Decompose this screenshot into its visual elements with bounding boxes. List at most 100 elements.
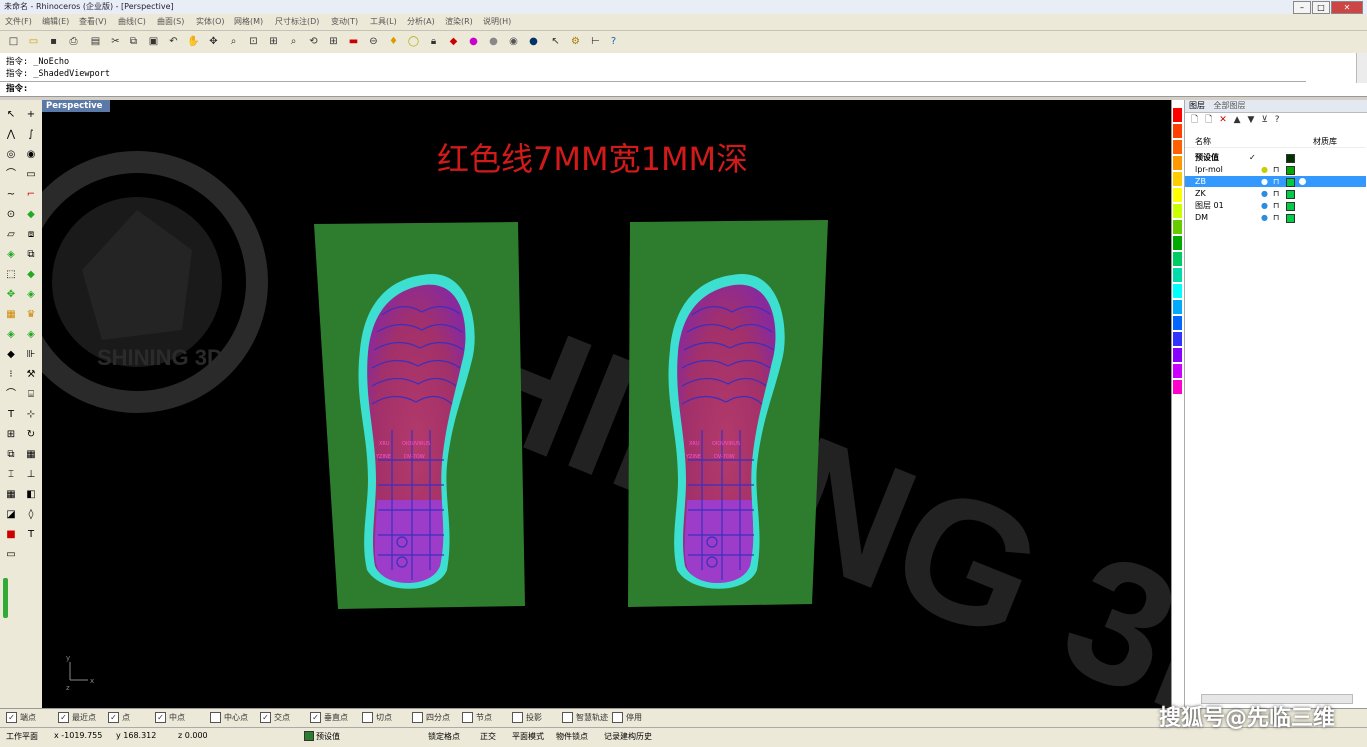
snap-option[interactable]: 智慧轨迹: [562, 712, 608, 723]
perspective-viewport[interactable]: SHINING 3D SHINING 3D 红色线7MM宽1MM深: [42, 100, 1171, 708]
point-tool-icon[interactable]: +: [24, 108, 38, 122]
snap-checkbox[interactable]: [612, 712, 623, 723]
snap-option[interactable]: 四分点: [412, 712, 450, 723]
mesh-tool-icon[interactable]: ▦: [4, 308, 18, 322]
menu-curve[interactable]: 曲线(C): [118, 16, 146, 27]
menu-tools[interactable]: 工具(L): [370, 16, 397, 27]
open-file-icon[interactable]: ▭: [26, 34, 41, 49]
dimension-tool-icon[interactable]: ⊹: [24, 408, 38, 422]
palette-swatch[interactable]: [1173, 172, 1182, 186]
palette-swatch[interactable]: [1173, 188, 1182, 202]
snap-option[interactable]: 中心点: [210, 712, 248, 723]
split-tool-icon[interactable]: ⊪: [24, 348, 38, 362]
menu-render[interactable]: 渲染(R): [445, 16, 473, 27]
four-viewports-icon[interactable]: ⊞: [326, 34, 341, 49]
menu-mesh[interactable]: 网格(M): [234, 16, 263, 27]
palette-swatch[interactable]: [1173, 316, 1182, 330]
toggle-osnap[interactable]: 物件锁点: [556, 731, 588, 742]
options-icon[interactable]: ⊢: [588, 34, 603, 49]
snap-option[interactable]: 节点: [462, 712, 492, 723]
menu-view[interactable]: 查看(V): [79, 16, 107, 27]
fillet-tool-icon[interactable]: ⌐: [24, 188, 38, 202]
menu-solid[interactable]: 实体(O): [196, 16, 225, 27]
new-sublayer-icon[interactable]: 🗋︎: [1205, 115, 1212, 125]
join-tool-icon[interactable]: ◈: [4, 328, 18, 342]
current-layer[interactable]: 预设值: [316, 731, 340, 742]
snap-checkbox[interactable]: [562, 712, 573, 723]
solid-tool-icon[interactable]: ◆: [24, 268, 38, 282]
paste-icon[interactable]: ▣: [146, 34, 161, 49]
menu-surface[interactable]: 曲面(S): [157, 16, 184, 27]
palette-swatch[interactable]: [1173, 348, 1182, 362]
zoom-icon[interactable]: ⌕: [226, 34, 241, 49]
bulb-icon[interactable]: ●: [1261, 176, 1268, 187]
palette-swatch[interactable]: [1173, 236, 1182, 250]
minimize-button[interactable]: –: [1293, 1, 1311, 14]
layer-row[interactable]: ZK ● ⊓: [1185, 188, 1366, 199]
palette-swatch[interactable]: [1173, 108, 1182, 122]
palette-swatch[interactable]: [1173, 252, 1182, 266]
snap-checkbox[interactable]: [512, 712, 523, 723]
lock-icon[interactable]: 🔒︎: [426, 34, 441, 49]
palette-swatch[interactable]: [1173, 268, 1182, 282]
layer-icon[interactable]: ◆: [446, 34, 461, 49]
snap-option[interactable]: ✓ 中点: [155, 712, 185, 723]
surface-tool-icon[interactable]: ◆: [24, 208, 38, 222]
pan-icon[interactable]: ✋: [186, 34, 201, 49]
menu-help[interactable]: 说明(H): [483, 16, 511, 27]
move-up-icon[interactable]: ▲: [1234, 115, 1241, 125]
toggle-ortho[interactable]: 正交: [480, 731, 496, 742]
box-tool-icon[interactable]: ⬚: [4, 268, 18, 282]
bulb-icon[interactable]: ●: [1261, 212, 1268, 223]
grid-snap-icon[interactable]: ▦: [4, 488, 18, 502]
table-tool-icon[interactable]: ▦: [24, 448, 38, 462]
layer-row[interactable]: 图层 01 ● ⊓: [1185, 200, 1366, 211]
cplane-label[interactable]: 工作平面: [6, 731, 38, 742]
snap-checkbox[interactable]: ✓: [310, 712, 321, 723]
print-icon[interactable]: ⎙: [66, 34, 81, 49]
ellipse-tool-icon[interactable]: ◉: [24, 148, 38, 162]
light-icon[interactable]: ♦: [386, 34, 401, 49]
undo-icon[interactable]: ↶: [166, 34, 181, 49]
rotate-tool-icon[interactable]: ↻: [24, 428, 38, 442]
car-icon[interactable]: ▬: [346, 34, 361, 49]
stairs-tool-icon[interactable]: ⌸: [24, 388, 38, 402]
snap-checkbox[interactable]: [462, 712, 473, 723]
palette-swatch[interactable]: [1173, 156, 1182, 170]
palette-swatch[interactable]: [1173, 284, 1182, 298]
delete-layer-icon[interactable]: ✕: [1219, 115, 1227, 125]
toolbox-grip[interactable]: [3, 578, 8, 618]
bulb-icon[interactable]: ●: [1261, 188, 1268, 199]
rotate-view-icon[interactable]: ✥: [206, 34, 221, 49]
move-down-icon[interactable]: ▼: [1247, 115, 1254, 125]
sweep-tool-icon[interactable]: ⧉: [24, 248, 38, 262]
select-icon[interactable]: ↖: [548, 34, 563, 49]
lock-icon[interactable]: ⊓: [1273, 212, 1279, 223]
loft-tool-icon[interactable]: ◈: [4, 248, 18, 262]
layer-options-icon[interactable]: ?: [1275, 115, 1280, 125]
layer-color-swatch[interactable]: [1286, 214, 1295, 223]
palette-swatch[interactable]: [1173, 220, 1182, 234]
menu-edit[interactable]: 编辑(E): [42, 16, 69, 27]
paint-tool-icon[interactable]: ◊: [24, 508, 38, 522]
polyline-tool-icon[interactable]: ⋀: [4, 128, 18, 142]
snap-option[interactable]: ✓ 交点: [260, 712, 290, 723]
crown-tool-icon[interactable]: ♛: [24, 308, 38, 322]
select-tool-icon[interactable]: ↖: [4, 108, 18, 122]
layer-color-swatch[interactable]: [1286, 166, 1295, 175]
freeform-tool-icon[interactable]: ~: [4, 188, 18, 202]
palette-swatch[interactable]: [1173, 300, 1182, 314]
group-tool-icon[interactable]: ⧉: [4, 448, 18, 462]
snap-checkbox[interactable]: ✓: [6, 712, 17, 723]
grid-tool-icon[interactable]: ⊞: [4, 428, 18, 442]
layer-color-swatch[interactable]: [1286, 190, 1295, 199]
lock-icon[interactable]: ⊓: [1273, 164, 1279, 175]
render-tool-icon[interactable]: ◪: [4, 508, 18, 522]
command-input[interactable]: 指令:: [0, 81, 1306, 94]
text-tool-icon[interactable]: T: [4, 408, 18, 422]
layer-color-swatch[interactable]: [1286, 154, 1295, 163]
lock-icon[interactable]: ⊓: [1273, 200, 1279, 211]
snap-checkbox[interactable]: ✓: [58, 712, 69, 723]
hammer-tool-icon[interactable]: ⚒: [24, 368, 38, 382]
gear-icon[interactable]: ⚙: [568, 34, 583, 49]
